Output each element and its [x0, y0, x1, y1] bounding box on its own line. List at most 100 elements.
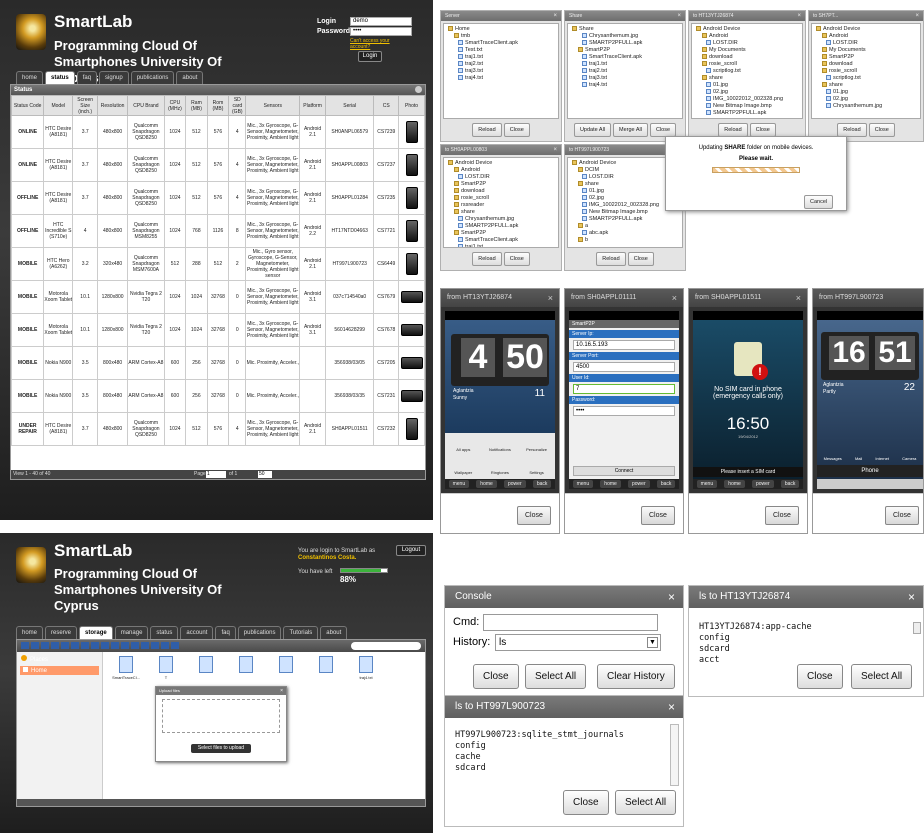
- app-internet[interactable]: Internet: [875, 456, 889, 461]
- tab-storage[interactable]: storage: [79, 626, 113, 639]
- tab-publications[interactable]: publications: [237, 626, 282, 639]
- tree-item[interactable]: IMG_10022012_002328.png: [572, 202, 678, 209]
- tree-item[interactable]: tmb: [448, 33, 554, 40]
- col-rom[interactable]: Rom (MB): [206, 95, 230, 116]
- close-icon[interactable]: ×: [548, 289, 553, 307]
- nav-home-button[interactable]: home: [600, 480, 621, 488]
- tree-item[interactable]: traj4.txt: [448, 75, 554, 82]
- close-icon[interactable]: ×: [553, 11, 557, 21]
- tree-item[interactable]: DCIM: [572, 167, 678, 174]
- nav-home-button[interactable]: home: [476, 480, 497, 488]
- place-home[interactable]: Home: [20, 666, 99, 675]
- scrollbar[interactable]: [913, 622, 921, 634]
- tree-item[interactable]: LOST.DIR: [448, 174, 554, 181]
- close-button[interactable]: Close: [749, 123, 776, 137]
- login-button[interactable]: Login: [358, 51, 382, 62]
- tree-item[interactable]: download: [448, 188, 554, 195]
- close-button[interactable]: Close: [503, 252, 530, 266]
- phone-bar[interactable]: Phone: [817, 465, 923, 477]
- tree-item[interactable]: SmartP2P: [572, 47, 678, 54]
- app-settings[interactable]: Settings: [518, 456, 555, 479]
- nav-back-button[interactable]: back: [656, 480, 676, 488]
- edit-icon[interactable]: [141, 642, 149, 649]
- tab-manage[interactable]: manage: [114, 626, 149, 639]
- reload-button[interactable]: Reload: [718, 123, 748, 137]
- nav-menu-button[interactable]: menu: [696, 480, 718, 488]
- tree-item[interactable]: a: [572, 223, 678, 230]
- horizontal-scrollbar[interactable]: [817, 479, 923, 489]
- table-row[interactable]: ONLINE HTC Desire (A8181) 3.7 480x800 Qualco…: [11, 148, 425, 182]
- tree-item[interactable]: Android: [816, 33, 916, 40]
- tree-item[interactable]: Android: [696, 33, 798, 40]
- close-icon[interactable]: ×: [796, 289, 801, 307]
- paste-icon[interactable]: [121, 642, 129, 649]
- tab-about[interactable]: about: [320, 626, 348, 639]
- tree-item[interactable]: SMARTP2PFULL.apk: [572, 216, 678, 223]
- table-row[interactable]: MOBILE Nokia N900 3.5 800x480 ARM Cortex-A8 6…: [11, 379, 425, 413]
- close-button[interactable]: Close: [649, 123, 677, 137]
- upload-icon[interactable]: [71, 642, 79, 649]
- tree-item[interactable]: Android Device: [816, 26, 916, 33]
- tree-item[interactable]: SmartP2P: [448, 230, 554, 237]
- col-ram[interactable]: Ram (MB): [185, 95, 208, 116]
- page-input[interactable]: 1: [206, 471, 226, 478]
- close-icon[interactable]: ×: [280, 687, 283, 695]
- close-button[interactable]: Close: [885, 506, 919, 525]
- password-input[interactable]: ••••: [573, 406, 675, 416]
- logout-button[interactable]: Logout: [396, 545, 426, 556]
- tab-signup[interactable]: signup: [99, 71, 129, 84]
- table-row[interactable]: MOBILE Motorola Xoom Tablet 10.1 1280x800 Nv…: [11, 313, 425, 347]
- tree-item[interactable]: b: [572, 237, 678, 244]
- tree-item[interactable]: traj1.txt: [448, 54, 554, 61]
- user-id-input[interactable]: 7: [573, 384, 675, 394]
- tab-faq[interactable]: faq: [215, 626, 236, 639]
- tree-item[interactable]: traj2.txt: [448, 61, 554, 68]
- tree-item[interactable]: SMARTP2PFULL.apk: [572, 40, 678, 47]
- app-mail[interactable]: Mail: [855, 456, 862, 461]
- file-search-input[interactable]: [351, 642, 421, 650]
- tree-item[interactable]: traj3.txt: [448, 68, 554, 75]
- file-item[interactable]: [309, 656, 343, 696]
- ls-close-button[interactable]: Close: [797, 664, 843, 689]
- table-row[interactable]: MOBILE Nokia N900 3.5 800x480 ARM Cortex-A8 6…: [11, 346, 425, 380]
- tree-item[interactable]: download: [696, 54, 798, 61]
- tab-home[interactable]: home: [16, 626, 44, 639]
- app-ringtones[interactable]: Ringtones: [482, 456, 519, 479]
- tree-item[interactable]: Android Device: [448, 160, 554, 167]
- archive-icon[interactable]: [151, 642, 159, 649]
- tree-item[interactable]: SmartTraceClient.apk: [572, 54, 678, 61]
- col-model[interactable]: Model: [43, 95, 74, 116]
- new-folder-icon[interactable]: [61, 642, 69, 649]
- tab-tutorials[interactable]: Tutorials: [283, 626, 319, 639]
- col-serial[interactable]: Serial: [324, 95, 375, 116]
- tab-reserve[interactable]: reserve: [45, 626, 78, 639]
- back-icon[interactable]: [21, 642, 29, 649]
- tree-item[interactable]: share: [696, 75, 798, 82]
- tree-item[interactable]: Chrysanthemum.jpg: [572, 33, 678, 40]
- nav-menu-button[interactable]: menu: [572, 480, 594, 488]
- tree-item[interactable]: rssreader: [448, 202, 554, 209]
- tree-item[interactable]: traj2.txt: [572, 68, 678, 75]
- history-select[interactable]: ls ▼: [495, 634, 661, 651]
- server-ip-input[interactable]: 10.16.5.193: [573, 340, 675, 350]
- tab-status[interactable]: status: [150, 626, 179, 639]
- close-icon[interactable]: ×: [553, 145, 557, 155]
- table-row[interactable]: ONLINE HTC Desire (A8181) 3.7 480x800 Qualco…: [11, 115, 425, 149]
- close-icon[interactable]: ×: [797, 11, 801, 21]
- tree-item[interactable]: 02.jpg: [572, 195, 678, 202]
- close-button[interactable]: Close: [517, 506, 551, 525]
- update-all-button[interactable]: Update All: [573, 123, 612, 137]
- reload-button[interactable]: Reload: [837, 123, 867, 137]
- close-button[interactable]: Close: [627, 252, 654, 266]
- tree-item[interactable]: traj4.txt: [572, 82, 678, 89]
- app-camera[interactable]: Camera: [902, 456, 916, 461]
- reload-button[interactable]: Reload: [596, 252, 626, 266]
- tree-item[interactable]: Test.txt: [448, 47, 554, 54]
- col-sd[interactable]: SD card (GB): [228, 95, 247, 116]
- reload-icon[interactable]: [51, 642, 59, 649]
- console-select-all-button[interactable]: Select All: [525, 664, 587, 689]
- tab-publications[interactable]: publications: [130, 71, 175, 84]
- server-port-input[interactable]: 4500: [573, 362, 675, 372]
- tree-item[interactable]: New Bitmap Image.bmp: [572, 209, 678, 216]
- close-icon[interactable]: ×: [677, 11, 681, 21]
